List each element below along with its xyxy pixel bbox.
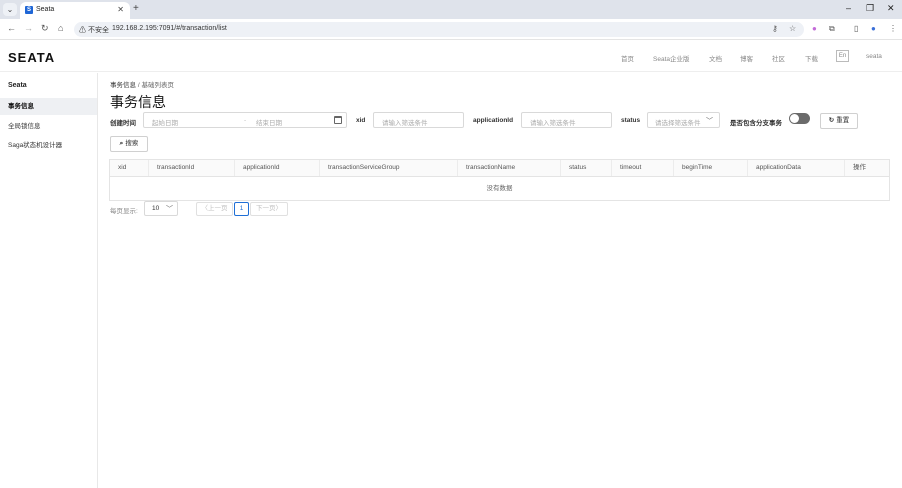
include-branch-toggle[interactable] [789,113,810,124]
create-time-label: 创建时间 [110,120,136,127]
reset-icon: ↻ [828,117,835,124]
sidebar-title: Seata [8,82,27,89]
warning-icon: ⚠ [79,27,86,34]
date-range-picker[interactable]: 起始日期 - 结束日期 [143,112,347,128]
sidebar-item-saga-designer[interactable]: Saga状态机设计器 [0,137,97,154]
search-label: 搜索 [125,140,139,147]
browser-tabstrip: ⌄ S Seata ✕ + – ❐ ✕ [0,0,902,19]
address-bar[interactable]: ⚠ 不安全 192.168.2.195:7091/#/transaction/l… [74,22,804,37]
seata-favicon-icon: S [25,6,33,14]
status-label: status [621,117,641,124]
tab-title: Seata [36,6,55,13]
column-header-transaction-service-group[interactable]: transactionServiceGroup [320,160,458,176]
column-header-timeout[interactable]: timeout [612,160,674,176]
application-id-label: applicationId [473,117,514,124]
page-size-value: 10 [152,205,160,212]
extension-location-icon[interactable]: ● [812,24,817,33]
reset-button[interactable]: ↻ 重置 [820,113,858,129]
app-header: SEATA 首页 Seata企业版 文档 博客 社区 下载 En seata [0,41,902,72]
calendar-icon[interactable] [334,116,342,124]
column-header-xid[interactable]: xid [110,160,149,176]
language-switch[interactable]: En [836,50,849,62]
nav-docs[interactable]: 文档 [709,53,722,63]
close-icon[interactable]: ✕ [117,5,124,14]
empty-state-text: 没有数据 [486,185,513,192]
side-panel-icon[interactable]: ▯ [854,24,858,33]
home-icon[interactable]: ⌂ [58,23,63,33]
current-page-button[interactable]: 1 [234,202,249,216]
reset-label: 重置 [836,117,850,124]
profile-avatar-icon[interactable]: ● [871,24,876,33]
transaction-table: xid transactionId applicationId transact… [109,159,890,201]
date-range-separator: - [244,117,247,124]
window-close-icon[interactable]: ✕ [887,3,895,14]
end-date-input[interactable]: 结束日期 [256,117,282,127]
column-header-transaction-name[interactable]: transactionName [458,160,561,176]
next-page-button[interactable]: 下一页〉 [250,202,288,216]
breadcrumb: 事务信息 / 基础列表页 [110,79,174,89]
toggle-knob [790,114,799,123]
reload-icon[interactable]: ↻ [41,23,49,34]
not-secure-label: 不安全 [87,27,109,34]
breadcrumb-item-list: 基础列表页 [141,82,174,89]
url-text[interactable]: 192.168.2.195:7091/#/transaction/list [112,25,227,32]
include-branch-label: 是否包含分支事务 [730,120,782,127]
xid-label: xid [356,117,366,124]
brand-text[interactable]: seata [866,53,882,60]
column-header-begin-time[interactable]: beginTime [674,160,748,176]
status-select[interactable]: 请选择筛选条件 ﹀ [647,112,720,128]
search-icon: ⌕ [119,140,124,147]
sidebar-item-transactions[interactable]: 事务信息 [0,98,97,115]
not-secure-indicator[interactable]: ⚠ 不安全 [79,25,109,35]
password-key-icon[interactable]: ⚷ [772,24,778,33]
sidebar-item-global-locks[interactable]: 全局锁信息 [0,118,97,135]
next-page-label: 下一页 [256,205,276,212]
seata-logo[interactable]: SEATA [8,50,55,65]
back-arrow-icon[interactable]: ← [7,23,16,33]
nav-enterprise[interactable]: Seata企业版 [653,53,690,63]
column-header-actions: 操作 [853,164,866,171]
nav-home[interactable]: 首页 [621,53,634,63]
breadcrumb-separator: / [137,82,140,89]
breadcrumb-item-transactions[interactable]: 事务信息 [110,82,136,89]
prev-page-button[interactable]: 〈上一页 [196,202,233,216]
browser-toolbar: ← → ↻ ⌂ ⚠ 不安全 192.168.2.195:7091/#/trans… [0,19,902,40]
table-header: xid transactionId applicationId transact… [110,160,889,177]
start-date-input[interactable]: 起始日期 [152,117,178,127]
column-header-application-data[interactable]: applicationData [748,160,845,176]
column-header-application-id[interactable]: applicationId [235,160,320,176]
xid-placeholder: 请输入筛选条件 [382,120,428,127]
nav-community[interactable]: 社区 [772,53,785,63]
chevron-right-icon: 〉 [275,205,283,212]
prev-page-label: 上一页 [208,205,228,212]
chevron-down-icon: ﹀ [166,206,173,213]
browser-tab[interactable]: S Seata ✕ [20,2,130,19]
bookmark-star-icon[interactable]: ☆ [789,24,796,33]
search-button[interactable]: ⌕ 搜索 [110,136,148,152]
application-id-input[interactable]: 请输入筛选条件 [521,112,612,128]
application-id-placeholder: 请输入筛选条件 [530,120,576,127]
forward-arrow-icon[interactable]: → [24,23,33,33]
extensions-puzzle-icon[interactable]: ⧉ [829,24,835,34]
chevron-down-icon: ﹀ [706,118,713,125]
new-tab-plus-icon[interactable]: + [133,3,139,14]
nav-download[interactable]: 下载 [805,53,818,63]
status-placeholder: 请选择筛选条件 [655,120,701,127]
tab-search-button[interactable]: ⌄ [3,3,17,16]
minimize-icon[interactable]: – [846,3,851,13]
xid-input[interactable]: 请输入筛选条件 [373,112,464,128]
sidebar: Seata 事务信息 全局锁信息 Saga状态机设计器 [0,73,98,488]
nav-blog[interactable]: 博客 [740,53,753,63]
page-title: 事务信息 [110,94,166,110]
page-size-select[interactable]: 10 ﹀ [144,201,178,216]
column-header-transaction-id[interactable]: transactionId [149,160,235,176]
browser-menu-icon[interactable]: ⋮ [889,24,897,33]
restore-icon[interactable]: ❐ [866,3,874,14]
column-header-status[interactable]: status [561,160,612,176]
page-size-label: 每页显示: [110,208,138,215]
